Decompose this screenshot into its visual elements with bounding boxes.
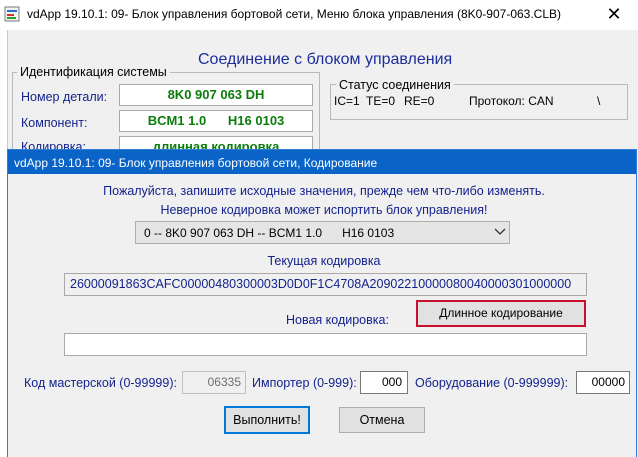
new-coding-label: Новая кодировка: bbox=[286, 313, 389, 327]
new-coding-input[interactable] bbox=[64, 333, 587, 356]
long-coding-button[interactable]: Длинное кодирование bbox=[416, 300, 586, 327]
component-label: Компонент: bbox=[21, 116, 88, 130]
chevron-down-icon[interactable] bbox=[493, 223, 507, 241]
variant-dropdown-value: 0 -- 8K0 907 063 DH -- BCM1 1.0 H16 0103 bbox=[144, 226, 395, 240]
part-number-label: Номер детали: bbox=[21, 90, 108, 104]
app-icon bbox=[4, 6, 20, 22]
connection-heading: Соединение с блоком управления bbox=[198, 51, 453, 68]
identification-legend: Идентификация системы bbox=[17, 65, 170, 79]
component-field: BCM1 1.0 H16 0103 bbox=[119, 110, 313, 132]
notice-line-2: Неверное кодировка может испортить блок … bbox=[160, 203, 488, 217]
background-window-title: vdApp 19.10.1: 09- Блок управления борто… bbox=[27, 7, 562, 21]
current-coding-field[interactable]: 26000091863CAFC00000480300003D0D0F1C4708… bbox=[64, 273, 587, 296]
current-coding-label: Текущая кодировка bbox=[267, 254, 381, 268]
notice-line-1: Пожалуйста, запишите исходные значения, … bbox=[103, 184, 545, 198]
status-ic: IC=1 bbox=[334, 94, 360, 108]
status-spinner: \ bbox=[597, 94, 601, 108]
equipment-label: Оборудование (0-999999): bbox=[415, 376, 569, 390]
dialog-title: vdApp 19.10.1: 09- Блок управления борто… bbox=[14, 156, 378, 170]
status-re: RE=0 bbox=[404, 94, 435, 108]
importer-input[interactable]: 000 bbox=[360, 371, 408, 394]
status-te: TE=0 bbox=[366, 94, 396, 108]
equipment-input[interactable]: 00000 bbox=[576, 371, 630, 394]
workshop-code-field: 06335 bbox=[182, 371, 246, 394]
status-protocol: Протокол: CAN bbox=[469, 94, 554, 108]
part-number-field: 8K0 907 063 DH bbox=[119, 84, 313, 106]
execute-button[interactable]: Выполнить! bbox=[224, 406, 310, 434]
workshop-code-label: Код мастерской (0-99999): bbox=[24, 376, 177, 390]
connection-status-legend: Статус соединения bbox=[336, 78, 454, 92]
importer-label: Импортер (0-999): bbox=[252, 376, 357, 390]
close-icon[interactable]: ✕ bbox=[604, 4, 624, 24]
cancel-button[interactable]: Отмена bbox=[339, 407, 425, 433]
